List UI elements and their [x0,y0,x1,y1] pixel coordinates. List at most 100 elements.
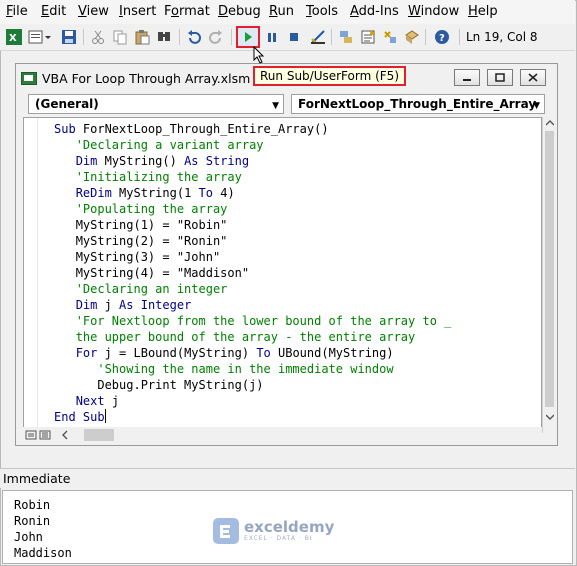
menu-run[interactable]: Run [269,4,294,19]
code-keyword: ReDim [75,186,120,200]
procedure-view-icon[interactable] [25,430,37,440]
workbook-icon [21,72,37,85]
run-icon[interactable] [239,28,257,46]
save-icon[interactable] [60,28,78,46]
code-line: MyString(4) = "Maddison" [54,265,451,281]
paste-icon[interactable] [133,28,151,46]
code-token: j = LBound(MyString) [104,346,257,360]
code-line: ReDim MyString(1 To 4) [54,185,451,201]
code-comment: the upper bound of the array - the entir… [75,330,416,344]
toolbar-separator [83,29,84,45]
code-token: UBound(MyString) [278,346,394,360]
scroll-down-icon[interactable] [546,414,554,420]
code-token: j [104,298,120,312]
code-token: MyString(2) = "Ronin" [75,234,228,248]
code-token: MyString(3) = "John" [75,250,221,264]
menu-addins[interactable]: Add-Ins [350,4,399,19]
code-token: ForNextLoop_Through_Entire_Array() [82,122,329,136]
immediate-output: Robin Ronin John Maddison [3,497,72,561]
menu-bar: File Edit View Insert Format Debug Run Tools Add… [0,0,575,24]
copy-icon[interactable] [111,28,129,46]
code-keyword: End Sub [54,410,105,424]
code-token: MyString(4) = "Maddison" [75,266,250,280]
code-comment: 'Declaring a variant array [75,138,264,152]
close-icon[interactable] [520,69,546,86]
project-explorer-icon[interactable] [337,28,355,46]
code-line: Sub ForNextLoop_Through_Entire_Array() [54,121,451,137]
toolbar-separator [425,29,426,45]
code-keyword: Dim [75,154,105,168]
scroll-left-icon[interactable] [61,430,69,440]
immediate-line: John [14,530,43,544]
insert-module-icon[interactable] [27,28,53,46]
redo-icon[interactable] [207,28,225,46]
vertical-scroll-thumb[interactable] [545,131,554,407]
code-window: VBA For Loop Through Array.xlsm - Module… [15,63,558,446]
code-line: Dim MyString() As String [54,153,451,169]
cut-icon[interactable] [89,28,107,46]
immediate-line: Robin [14,498,51,512]
design-mode-icon[interactable] [309,28,327,46]
immediate-line: Ronin [14,514,51,528]
cursor-position-status: Ln 19, Col 8 [466,30,538,44]
excel-view-icon[interactable]: X [5,28,23,46]
full-module-view-icon[interactable] [39,430,51,440]
code-line: 'For Nextloop from the lower bound of th… [54,313,452,329]
svg-text:?: ? [439,33,445,44]
standard-toolbar: X ? Ln 19, Col 8 [0,24,575,51]
toolbox-icon[interactable] [403,28,421,46]
toolbar-separator [459,29,460,45]
menu-window[interactable]: Window [408,4,459,19]
code-text[interactable]: Sub ForNextLoop_Through_Entire_Array() '… [54,121,451,425]
procedure-combo-value: ForNextLoop_Through_Entire_Array [298,97,537,111]
menu-help[interactable]: Help [468,4,498,19]
scroll-up-icon[interactable] [546,120,554,126]
object-combo[interactable]: (General) ▼ [28,94,284,114]
code-keyword: For [75,346,105,360]
code-line: MyString(1) = "Robin" [54,217,451,233]
horizontal-scroll-thumb[interactable] [84,429,114,441]
code-token: MyString(1) = "Robin" [75,218,228,232]
code-keyword: Sub [54,122,83,136]
reset-icon[interactable] [285,28,303,46]
find-icon[interactable] [155,28,173,46]
code-keyword: Next [75,394,112,408]
object-combo-value: (General) [35,97,99,111]
code-editor[interactable]: Sub ForNextLoop_Through_Entire_Array() '… [23,117,542,433]
chevron-down-icon: ▼ [272,101,279,111]
code-window-title: VBA For Loop Through Array.xlsm - Module… [42,71,272,86]
menu-file[interactable]: File [6,4,28,19]
menu-debug[interactable]: Debug [218,4,261,19]
properties-icon[interactable] [359,28,377,46]
break-icon[interactable] [263,28,281,46]
menu-insert[interactable]: Insert [119,4,156,19]
menu-view[interactable]: View [78,4,109,19]
undo-icon[interactable] [185,28,203,46]
code-keyword: To [256,346,278,360]
chevron-down-icon: ▼ [533,101,540,111]
code-token: j [111,394,120,408]
menu-edit[interactable]: Edit [41,4,66,19]
horizontal-scrollbar[interactable] [23,427,542,443]
minimize-icon[interactable] [454,69,480,86]
code-line: Next j [54,393,451,409]
menu-tools[interactable]: Tools [306,4,338,19]
margin-indicator-bar[interactable] [24,118,38,432]
code-line: 'Declaring a variant array [54,137,451,153]
code-line: Dim j As Integer [54,297,451,313]
vertical-scrollbar[interactable] [542,117,556,433]
code-keyword: To [198,186,221,200]
code-line: For j = LBound(MyString) To UBound(MyStr… [54,345,451,361]
text-caret [104,409,106,423]
toolbar-separator [231,29,232,45]
code-line: 'Showing the name in the immediate windo… [54,361,451,377]
menu-format[interactable]: Format [164,4,210,19]
code-token: Debug.Print MyString(j) [97,378,264,392]
object-browser-icon[interactable] [381,28,399,46]
procedure-combo[interactable]: ForNextLoop_Through_Entire_Array ▼ [291,94,545,114]
help-icon[interactable]: ? [433,28,451,46]
watermark-tagline: EXCEL · DATA · BI [244,535,313,542]
code-comment: 'For Nextloop from the lower bound of th… [75,314,452,328]
maximize-icon[interactable] [487,69,513,86]
toolbar-separator [179,29,180,45]
